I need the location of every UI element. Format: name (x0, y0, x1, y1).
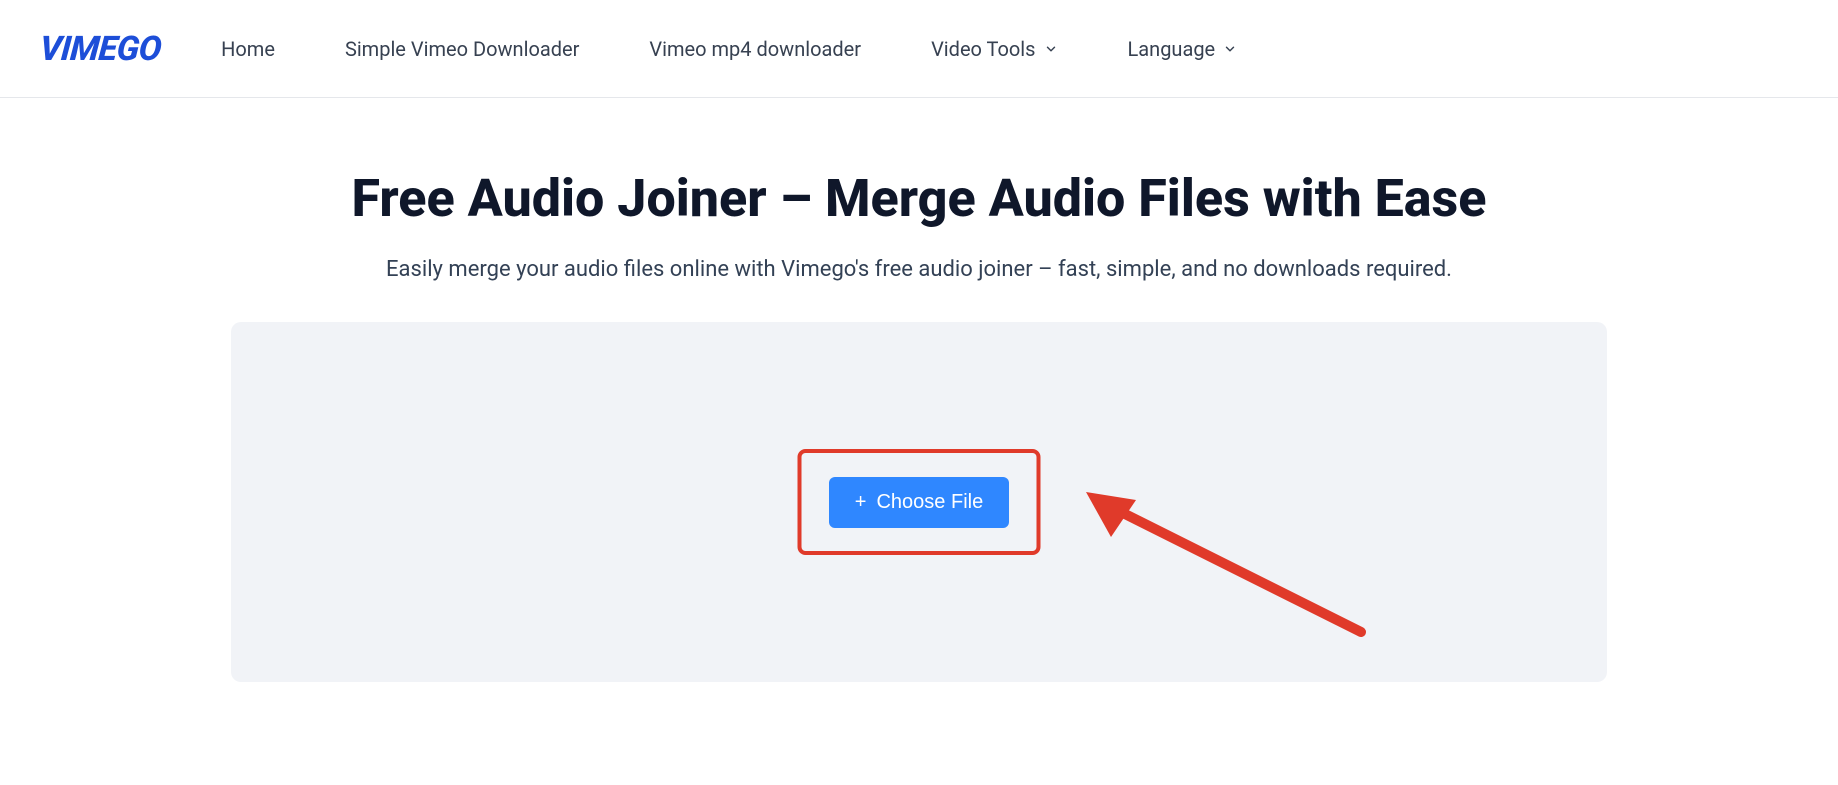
upload-panel: + Choose File (231, 322, 1607, 682)
nav-simple-downloader[interactable]: Simple Vimeo Downloader (345, 37, 579, 61)
chevron-down-icon (1044, 42, 1058, 56)
nav-language-label: Language (1128, 37, 1216, 61)
nav-language[interactable]: Language (1128, 37, 1238, 61)
nav-video-tools[interactable]: Video Tools (931, 37, 1057, 61)
nav-home[interactable]: Home (221, 37, 275, 61)
annotation-arrow (1081, 482, 1381, 666)
nav-simple-downloader-label: Simple Vimeo Downloader (345, 37, 579, 61)
chevron-down-icon (1223, 42, 1237, 56)
nav-video-tools-label: Video Tools (931, 37, 1035, 61)
main-nav: Home Simple Vimeo Downloader Vimeo mp4 d… (221, 37, 1237, 61)
nav-mp4-downloader-label: Vimeo mp4 downloader (649, 37, 861, 61)
site-header: VIMEGO Home Simple Vimeo Downloader Vime… (0, 0, 1838, 98)
page-subtitle: Easily merge your audio files online wit… (231, 257, 1607, 282)
nav-mp4-downloader[interactable]: Vimeo mp4 downloader (649, 37, 861, 61)
page-title: Free Audio Joiner – Merge Audio Files wi… (231, 168, 1607, 229)
choose-file-label: Choose File (876, 491, 983, 514)
nav-home-label: Home (221, 37, 275, 61)
logo[interactable]: VIMEGO (38, 29, 163, 69)
choose-file-button[interactable]: + Choose File (829, 477, 1009, 528)
plus-icon: + (855, 492, 867, 512)
main-content: Free Audio Joiner – Merge Audio Files wi… (231, 98, 1607, 682)
